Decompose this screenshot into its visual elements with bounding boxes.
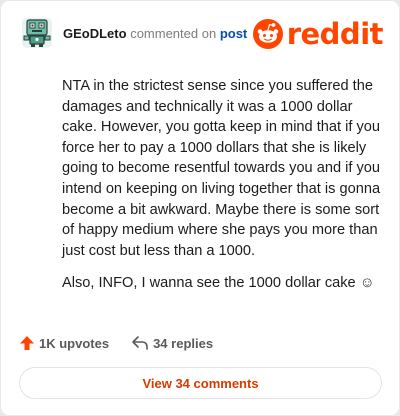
reddit-logo[interactable]: reddit [252, 17, 384, 51]
upvote-arrow-icon [20, 336, 34, 350]
user-avatar[interactable] [21, 17, 53, 49]
commented-on-text: commented on [130, 26, 217, 41]
comment-embed-card: GEoDLeto commented on post reddit NTA in… [1, 1, 399, 415]
reply-button[interactable]: 34 replies [131, 335, 213, 351]
view-comments-button[interactable]: View 34 comments [19, 367, 382, 399]
reddit-snoo-icon [252, 19, 283, 49]
comment-paragraph: Also, INFO, I wanna see the 1000 dollar … [62, 275, 375, 292]
comment-paragraph: NTA in the strictest sense since you suf… [62, 78, 381, 259]
reply-count: 34 replies [153, 335, 214, 351]
comment-meta: GEoDLeto commented on post [63, 26, 247, 41]
comment-header: GEoDLeto commented on post reddit [21, 17, 384, 51]
reddit-wordmark: reddit [286, 17, 384, 51]
reply-arrow-icon [132, 336, 148, 350]
comment-actions: 1K upvotes 34 replies [19, 333, 213, 353]
upvote-count: 1K upvotes [39, 335, 110, 351]
robot-avatar-icon [22, 18, 52, 48]
username-link[interactable]: GEoDLeto [63, 26, 127, 41]
comment-body: NTA in the strictest sense since you suf… [62, 76, 387, 306]
post-link[interactable]: post [220, 26, 247, 41]
upvote-button[interactable]: 1K upvotes [19, 335, 109, 351]
